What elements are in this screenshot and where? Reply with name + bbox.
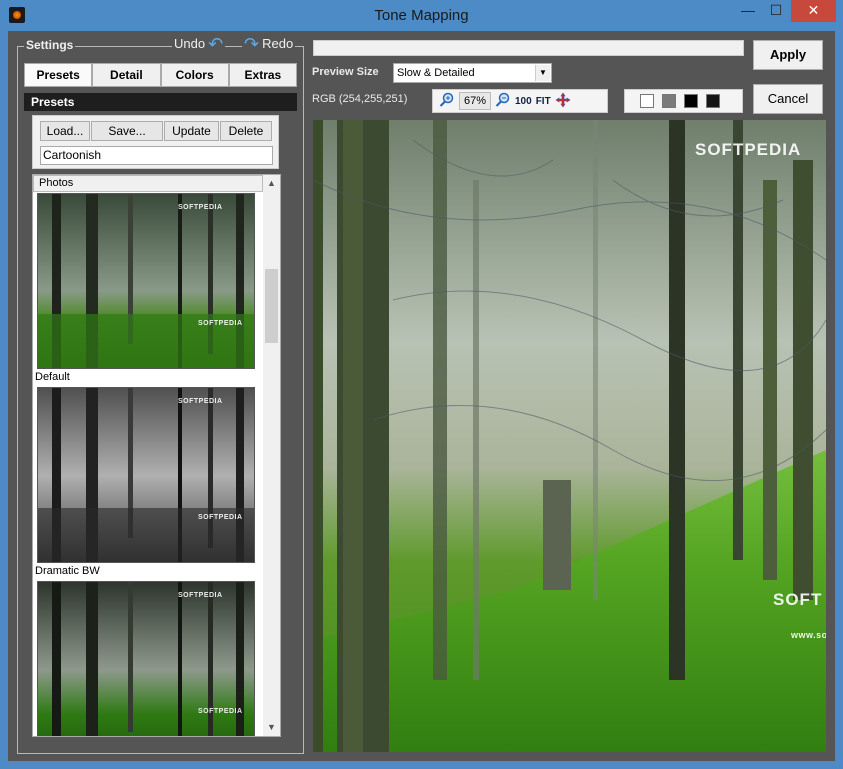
- settings-tabs: Presets Detail Colors Extras: [24, 63, 297, 87]
- tone-mapping-window: Tone Mapping — ☐ ✕ Settings Undo ↶ ↷ Red…: [0, 0, 843, 769]
- redo-button[interactable]: ↷ Redo: [242, 33, 296, 54]
- preset-thumbnail[interactable]: SOFTPEDIA SOFTPEDIA: [37, 581, 255, 736]
- preset-name-field[interactable]: Cartoonish: [40, 146, 273, 165]
- chevron-down-icon[interactable]: ▼: [535, 65, 550, 81]
- preview-watermark-url: www.sof: [791, 630, 826, 640]
- thumbnail-watermark: SOFTPEDIA: [198, 514, 243, 521]
- forest-thumbnail-image: [38, 194, 254, 368]
- minimize-button[interactable]: —: [735, 0, 761, 22]
- zoom-out-icon[interactable]: [495, 92, 511, 111]
- undo-label: Undo: [174, 36, 206, 51]
- preset-label-default[interactable]: Default: [35, 371, 70, 383]
- scroll-up-icon[interactable]: ▲: [263, 175, 280, 192]
- rgb-readout: RGB (254,255,251): [312, 93, 408, 105]
- thumbnail-watermark: SOFTPEDIA: [198, 708, 243, 715]
- preset-list[interactable]: Photos SOFTPEDIA SOFTPEDIA Default SOFTP…: [32, 174, 281, 737]
- thumbnail-watermark: SOFTPEDIA: [178, 592, 223, 599]
- save-button[interactable]: Save...: [91, 121, 163, 141]
- undo-button[interactable]: Undo ↶: [172, 33, 226, 54]
- progress-bar: [313, 40, 744, 56]
- cancel-button[interactable]: Cancel: [753, 84, 823, 114]
- bg-gray-swatch[interactable]: [662, 94, 676, 108]
- redo-arrow-icon: ↷: [244, 33, 260, 54]
- preset-controls: Load... Save... Update Delete Cartoonish: [32, 115, 279, 169]
- apply-button[interactable]: Apply: [753, 40, 823, 70]
- zoom-100-button[interactable]: 100: [515, 96, 532, 107]
- title-bar[interactable]: Tone Mapping — ☐ ✕: [0, 0, 843, 31]
- bg-white-swatch[interactable]: [640, 94, 654, 108]
- thumbnail-watermark: SOFTPEDIA: [198, 320, 243, 327]
- preview-watermark: SOFTPEDIA: [695, 140, 802, 159]
- tab-presets[interactable]: Presets: [24, 63, 93, 87]
- zoom-fit-button[interactable]: FIT: [536, 96, 551, 107]
- preset-thumbnail[interactable]: SOFTPEDIA SOFTPEDIA: [37, 387, 255, 563]
- redo-label: Redo: [262, 36, 294, 51]
- update-button[interactable]: Update: [164, 121, 219, 141]
- tab-extras[interactable]: Extras: [228, 63, 297, 87]
- thumbnail-watermark: SOFTPEDIA: [178, 398, 223, 405]
- thumbnail-watermark: SOFTPEDIA: [178, 204, 223, 211]
- list-scrollbar[interactable]: ▲ ▼: [263, 175, 280, 736]
- preset-label-dramatic-bw[interactable]: Dramatic BW: [35, 565, 100, 577]
- list-header-photos[interactable]: Photos: [33, 175, 263, 192]
- preview-size-label: Preview Size: [312, 66, 379, 78]
- tab-colors[interactable]: Colors: [160, 63, 229, 87]
- bg-black-swatch[interactable]: [684, 94, 698, 108]
- client-area: Settings Undo ↶ ↷ Redo Presets Detail Co…: [8, 31, 835, 761]
- preview-size-select[interactable]: Slow & Detailed ▼: [393, 63, 552, 83]
- scroll-down-icon[interactable]: ▼: [263, 719, 280, 736]
- preset-thumbnail[interactable]: SOFTPEDIA SOFTPEDIA: [37, 193, 255, 369]
- undo-arrow-icon: ↶: [208, 33, 224, 54]
- tab-detail[interactable]: Detail: [92, 63, 161, 87]
- zoom-toolbar: 67% 100 FIT: [432, 89, 608, 113]
- zoom-level[interactable]: 67%: [459, 92, 491, 110]
- preview-image[interactable]: SOFTPEDIA SOFT www.sof: [313, 120, 826, 752]
- preview-watermark-partial: SOFT: [773, 590, 823, 609]
- settings-legend: Settings: [24, 38, 76, 52]
- forest-bw-thumbnail-image: [38, 388, 254, 562]
- maximize-button[interactable]: ☐: [763, 0, 789, 22]
- preview-size-value: Slow & Detailed: [397, 67, 475, 79]
- zoom-in-icon[interactable]: [439, 92, 455, 111]
- bg-dark-swatch[interactable]: [706, 94, 720, 108]
- presets-header: Presets: [24, 93, 297, 111]
- close-button[interactable]: ✕: [791, 0, 836, 22]
- window-title: Tone Mapping: [374, 7, 469, 24]
- pan-move-icon[interactable]: [555, 91, 571, 111]
- scroll-thumb[interactable]: [265, 269, 278, 343]
- load-button[interactable]: Load...: [40, 121, 90, 141]
- background-color-toolbar: [624, 89, 743, 113]
- delete-button[interactable]: Delete: [220, 121, 272, 141]
- forest-preview-image: [313, 120, 826, 752]
